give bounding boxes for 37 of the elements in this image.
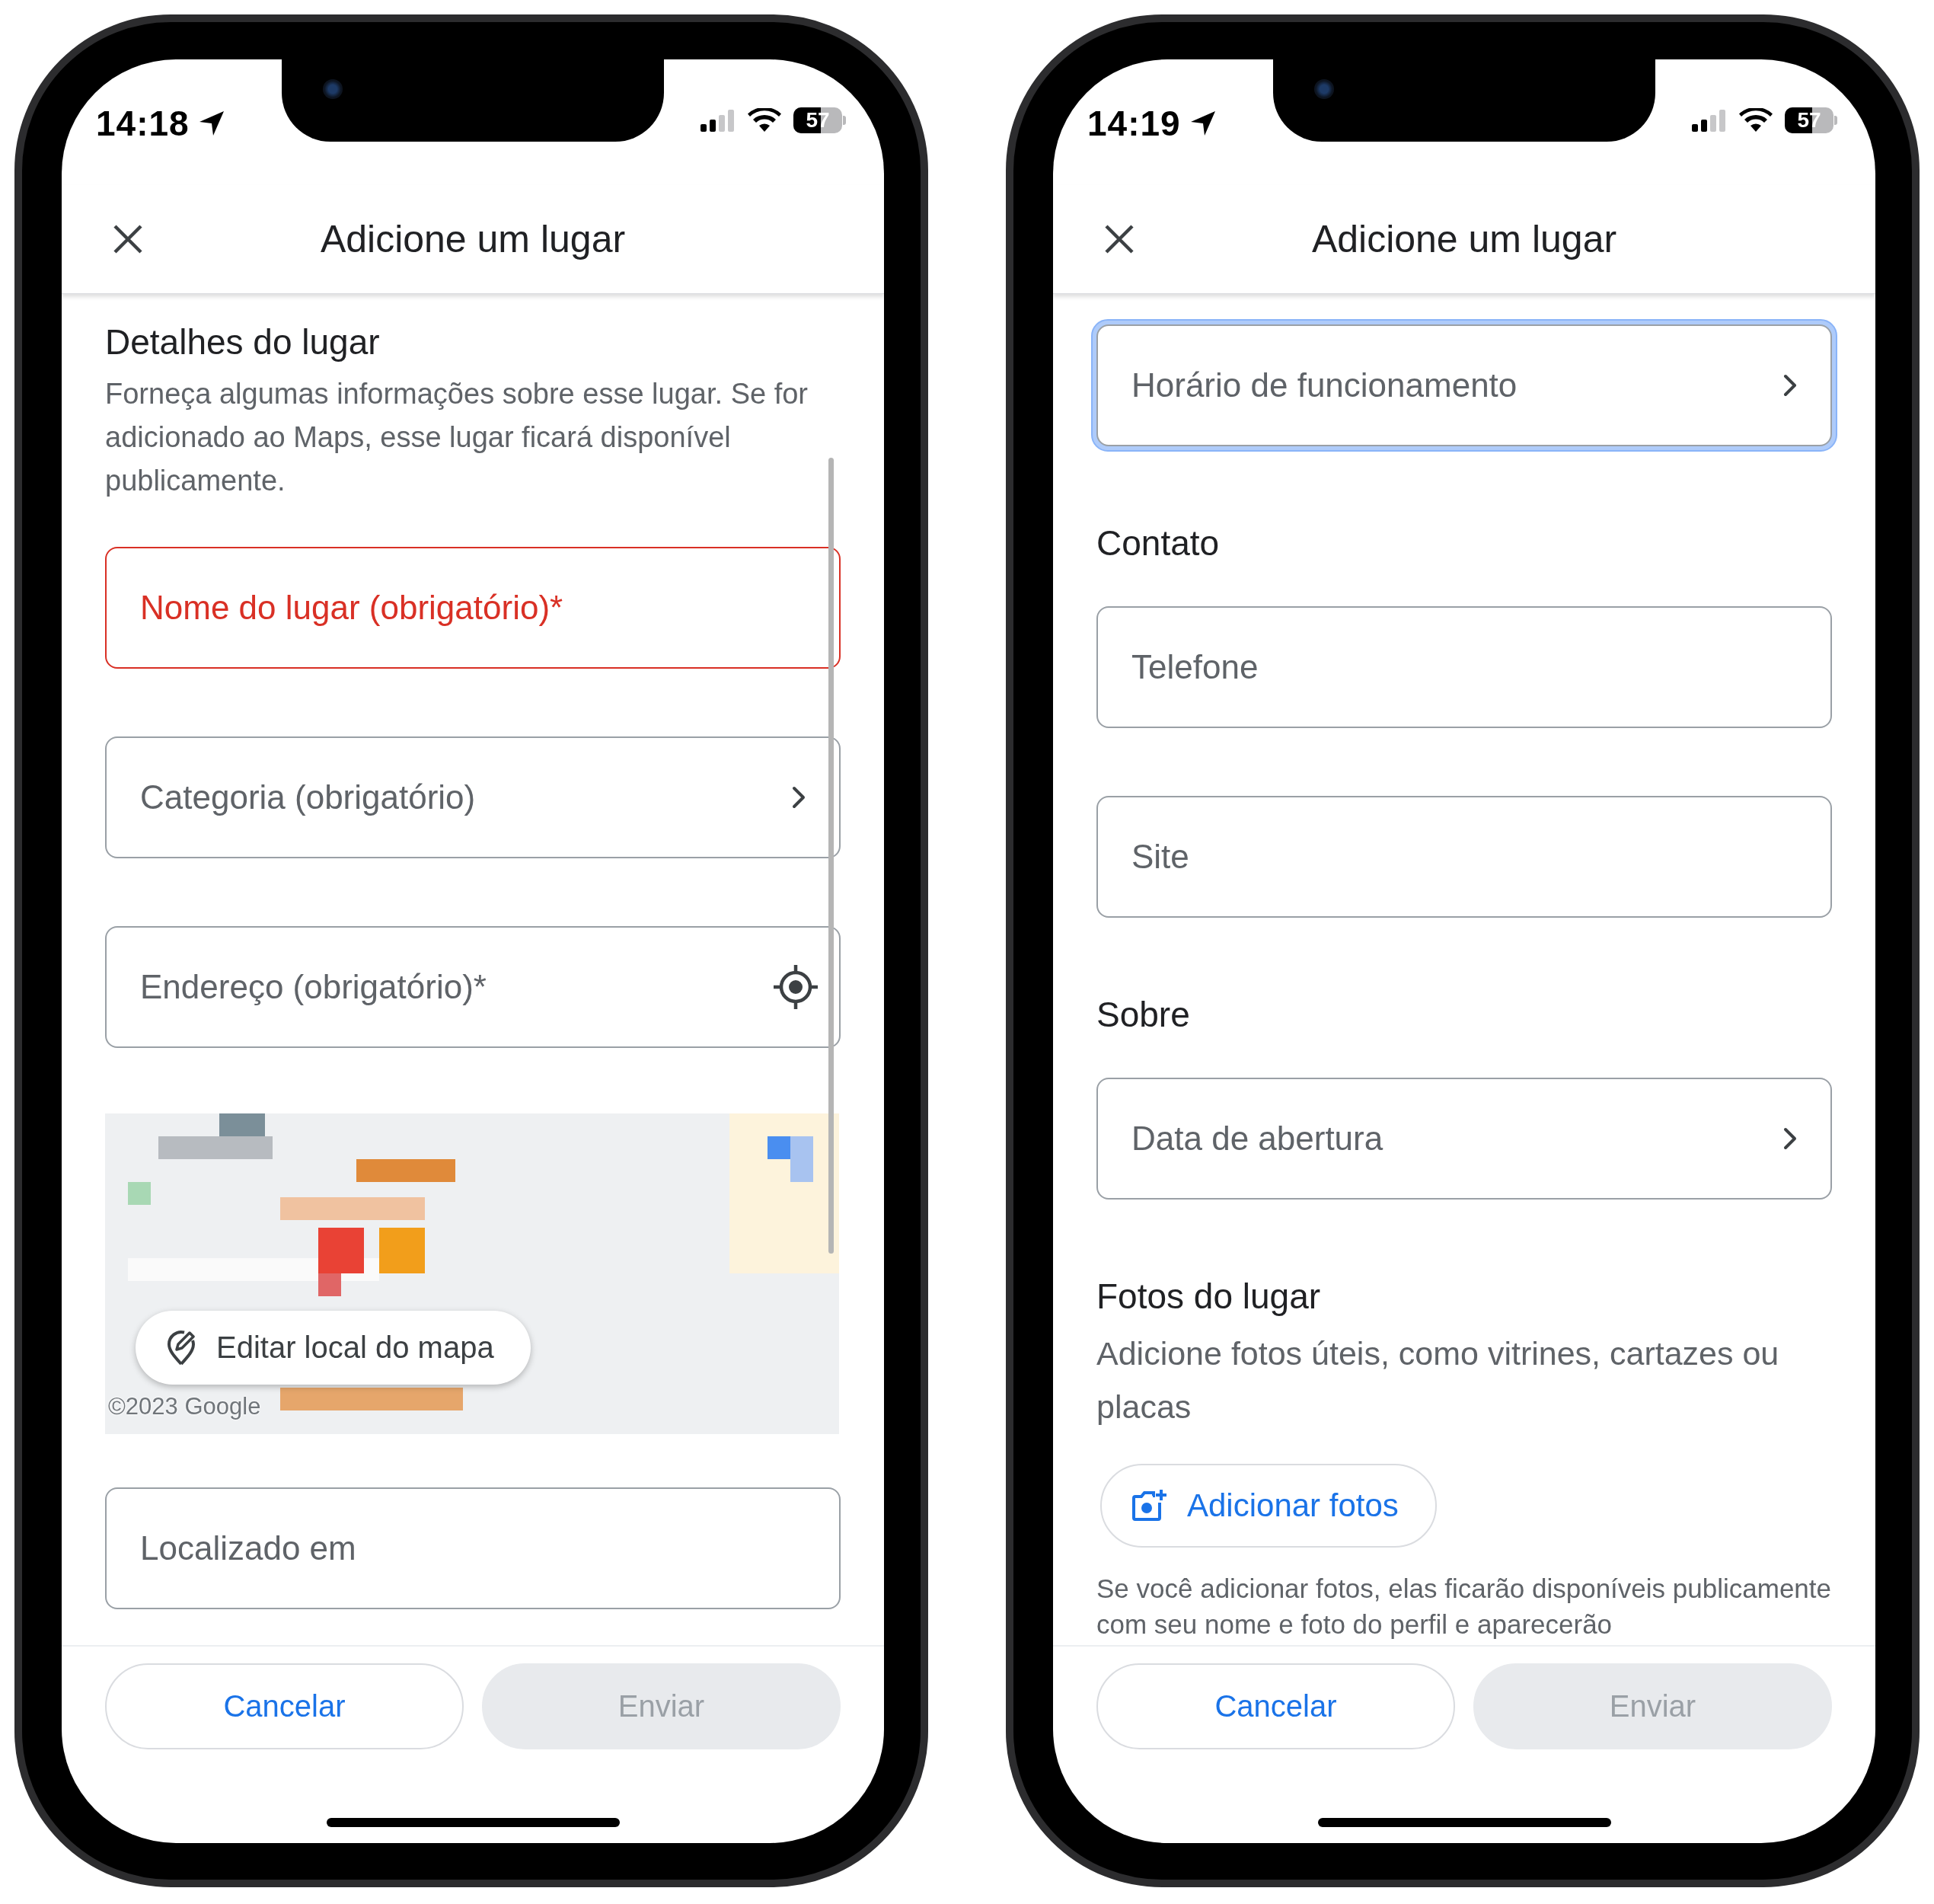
text-field[interactable]: Data de abertura: [1096, 1078, 1832, 1200]
text-field[interactable]: Horário de funcionamento: [1096, 324, 1832, 446]
camera-lens: [323, 79, 343, 99]
close-button[interactable]: [112, 223, 144, 255]
close-icon: [1103, 223, 1135, 255]
locate-icon[interactable]: [772, 963, 819, 1011]
description-text: Adicione fotos úteis, como vitrines, cartazes ou placas: [1096, 1334, 1780, 1426]
screen-title: Adicione um lugar: [1311, 217, 1617, 261]
cancel-button[interactable]: Cancelar: [1096, 1663, 1455, 1749]
map-attribution: ©2023 Google: [108, 1393, 261, 1420]
add-photos-button[interactable]: Adicionar fotos: [1100, 1464, 1437, 1548]
text-field[interactable]: Endereço (obrigatório)*: [105, 926, 841, 1048]
camera-plus-icon: [1132, 1489, 1167, 1522]
map-pin-pencil-icon: [166, 1329, 196, 1366]
section-heading: Sobre: [1096, 994, 1191, 1036]
section-heading: Fotos do lugar: [1096, 1276, 1322, 1318]
cancel-button[interactable]: Cancelar: [105, 1663, 464, 1749]
screen-title: Adicione um lugar: [320, 217, 626, 261]
camera-lens: [1314, 79, 1334, 99]
text-field[interactable]: Categoria (obrigatório): [105, 736, 841, 858]
info-note: Se você adicionar fotos, elas ficarão disponíveis publicamente com seu nome e foto do perfil e aparecerão: [1096, 1573, 1832, 1640]
close-icon: [112, 223, 144, 255]
text-field[interactable]: Site: [1096, 796, 1832, 918]
wifi-icon: [748, 108, 781, 133]
status-time: 14:18: [96, 103, 190, 144]
wifi-icon: [1739, 108, 1773, 133]
text-field[interactable]: Nome do lugar (obrigatório)*: [105, 547, 841, 669]
description-text: Forneça algumas informações sobre esse lugar. Se for adicionado ao Maps, esse lugar ficará disponível publicamente.: [105, 377, 809, 498]
section-heading: Detalhes do lugar: [105, 321, 381, 363]
signal-icon: [1692, 109, 1727, 132]
edit-map-button[interactable]: Editar local do mapa: [136, 1311, 531, 1385]
close-button[interactable]: [1103, 223, 1135, 255]
section-heading: Contato: [1096, 522, 1221, 564]
text-field[interactable]: Telefone: [1096, 606, 1832, 728]
signal-icon: [701, 109, 736, 132]
status-time: 14:19: [1087, 103, 1181, 144]
text-field[interactable]: Localizado em: [105, 1487, 841, 1609]
